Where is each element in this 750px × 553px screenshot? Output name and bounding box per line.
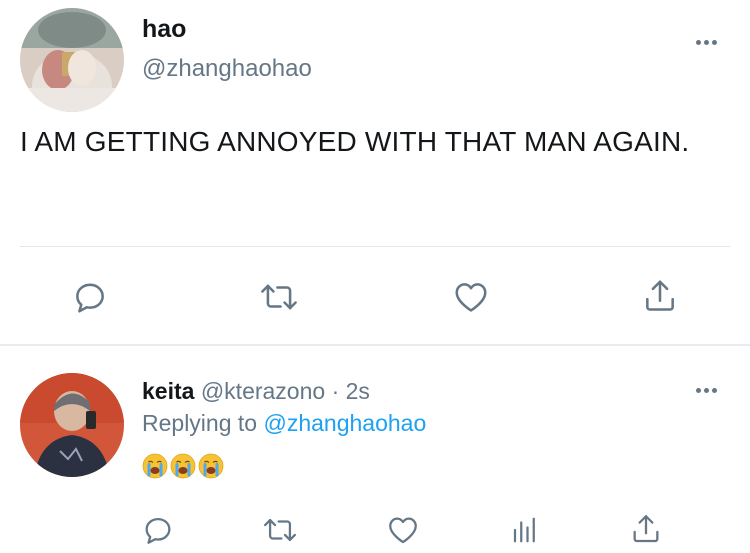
crying-face-icon bbox=[198, 453, 224, 479]
main-tweet-text: I AM GETTING ANNOYED WITH THAT MAN AGAIN… bbox=[20, 126, 690, 157]
analytics-icon[interactable] bbox=[508, 512, 542, 548]
reply-icon[interactable] bbox=[140, 512, 176, 548]
thread-divider bbox=[0, 344, 750, 346]
reply-timestamp[interactable]: 2s bbox=[346, 378, 370, 404]
reply-more-icon[interactable] bbox=[694, 385, 724, 395]
reply-author-name[interactable]: keita bbox=[142, 378, 194, 404]
reply-tweet-text bbox=[142, 453, 224, 479]
main-author-avatar[interactable] bbox=[20, 8, 124, 112]
share-icon[interactable] bbox=[628, 510, 664, 548]
main-author-handle[interactable]: @zhanghaohao bbox=[142, 55, 312, 83]
like-icon[interactable] bbox=[450, 277, 492, 317]
main-author-name[interactable]: hao bbox=[142, 15, 186, 44]
reply-author-avatar[interactable] bbox=[20, 373, 124, 477]
like-icon[interactable] bbox=[384, 512, 422, 548]
main-tweet: hao @zhanghaohao I AM GETTING ANNOYED WI… bbox=[0, 0, 750, 346]
reply-icon[interactable] bbox=[70, 277, 110, 317]
reply-author-handle[interactable]: @kterazono bbox=[201, 378, 325, 404]
main-divider bbox=[20, 246, 730, 247]
replying-prefix: Replying to bbox=[142, 410, 258, 436]
reply-header: keita @kterazono · 2s bbox=[142, 378, 370, 405]
reply-separator: · bbox=[331, 378, 340, 404]
replying-mention-link[interactable]: @zhanghaohao bbox=[263, 410, 426, 436]
crying-face-icon bbox=[170, 453, 196, 479]
retweet-icon[interactable] bbox=[257, 277, 301, 317]
main-more-icon[interactable] bbox=[694, 37, 724, 47]
share-icon[interactable] bbox=[640, 275, 680, 317]
retweet-icon[interactable] bbox=[260, 512, 300, 548]
replying-to-line: Replying to @zhanghaohao bbox=[142, 410, 426, 437]
crying-face-icon bbox=[142, 453, 168, 479]
